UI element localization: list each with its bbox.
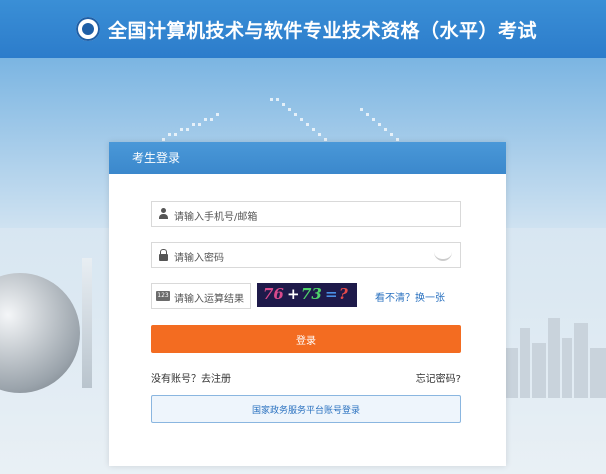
lock-icon xyxy=(158,249,169,261)
register-link[interactable]: 没有账号？去注册 xyxy=(151,370,231,385)
exam-logo-icon xyxy=(76,17,100,41)
login-panel-title: 考生登录 xyxy=(109,142,506,174)
login-panel: 考生登录 请输入手机号/邮箱 请输入密码 123 请输入运算结果 76 + 73… xyxy=(109,142,506,466)
forgot-password-link[interactable]: 忘记密码? xyxy=(416,370,461,385)
user-icon xyxy=(158,208,169,220)
captcha-image[interactable]: 76 + 73 = ? xyxy=(257,283,357,307)
eye-closed-icon[interactable] xyxy=(434,251,452,261)
tv-tower-graphic xyxy=(82,258,92,388)
captcha-placeholder: 请输入运算结果 xyxy=(174,294,244,305)
captcha-op: + xyxy=(287,285,300,303)
refresh-captcha-link[interactable]: 看不清？换一张 xyxy=(375,289,445,304)
gov-service-login-button[interactable]: 国家政务服务平台账号登录 xyxy=(151,395,461,423)
captcha-field[interactable]: 123 请输入运算结果 xyxy=(151,283,251,309)
captcha-keypad-icon: 123 xyxy=(156,291,170,301)
city-skyline-graphic xyxy=(506,318,606,398)
site-title: 全国计算机技术与软件专业技术资格（水平）考试 xyxy=(108,20,538,42)
password-placeholder: 请输入密码 xyxy=(174,253,224,264)
top-banner: 全国计算机技术与软件专业技术资格（水平）考试 xyxy=(0,0,606,58)
login-button[interactable]: 登录 xyxy=(151,325,461,353)
account-placeholder: 请输入手机号/邮箱 xyxy=(174,212,258,223)
captcha-q: ? xyxy=(339,285,348,303)
password-field[interactable]: 请输入密码 xyxy=(151,242,461,268)
captcha-eq: = xyxy=(325,285,338,303)
globe-graphic xyxy=(0,273,80,393)
captcha-b: 73 xyxy=(301,285,322,303)
account-field[interactable]: 请输入手机号/邮箱 xyxy=(151,201,461,227)
captcha-a: 76 xyxy=(263,285,284,303)
